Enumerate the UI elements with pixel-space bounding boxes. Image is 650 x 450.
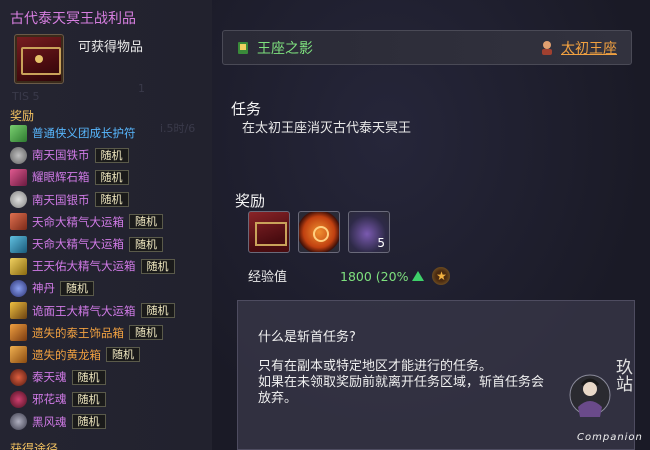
info-line: 只有在副本或特定地区才能进行的任务。 <box>258 359 493 374</box>
item-label: 诡面王大精气大运箱 <box>32 303 136 318</box>
location-label: 太初王座 <box>561 41 617 57</box>
random-tag: 随机 <box>94 147 129 163</box>
list-item[interactable]: 遗失的黄龙箱 随机 <box>10 344 210 366</box>
orange-box-icon <box>10 324 27 342</box>
faded-text: 1 <box>138 82 145 95</box>
list-item[interactable]: 南天国银币 随机 <box>10 189 210 211</box>
mask-box-icon <box>10 302 27 320</box>
item-label: 遗失的黄龙箱 <box>32 347 101 362</box>
quest-name[interactable]: 王座之影 <box>235 38 313 58</box>
wind-soul-icon <box>10 413 27 431</box>
list-item[interactable]: 诡面王大精气大运箱 随机 <box>10 300 210 322</box>
treasure-chest-icon[interactable] <box>248 211 290 253</box>
list-item[interactable]: 王天佑大精气大运箱 随机 <box>10 255 210 277</box>
dragon-box-icon <box>10 346 27 364</box>
arrow-up-icon <box>412 271 425 281</box>
item-label: 天命大精气大运箱 <box>32 237 124 252</box>
soul-icon <box>10 368 27 386</box>
obtain-label: 可获得物品 <box>78 40 144 55</box>
random-tag: 随机 <box>94 192 129 208</box>
list-item[interactable]: 天命大精气大运箱 随机 <box>10 233 210 255</box>
item-label: 南天国铁币 <box>32 148 90 163</box>
info-line: 如果在未领取奖励前就离开任务区域，斩首任务会 <box>258 375 545 390</box>
quest-name-label: 王座之影 <box>257 41 313 57</box>
star-icon: ★ <box>432 267 451 285</box>
location-link[interactable]: 太初王座 <box>539 38 617 58</box>
random-tag: 随机 <box>140 258 175 274</box>
task-description: 在太初王座消灭古代泰天冥王 <box>242 121 412 136</box>
gold-box-icon <box>10 257 27 275</box>
flower-soul-icon <box>10 390 27 408</box>
item-label: 邪花魂 <box>32 392 67 407</box>
random-tag: 随机 <box>94 169 129 185</box>
random-tag: 随机 <box>106 347 140 363</box>
pill-icon <box>10 279 27 297</box>
random-tag: 随机 <box>71 369 106 385</box>
random-tag: 随机 <box>129 214 163 230</box>
random-tag: 随机 <box>71 414 106 430</box>
item-label: 王天佑大精气大运箱 <box>32 259 136 274</box>
red-box-icon <box>10 213 27 231</box>
item-label: 遗失的泰王饰品箱 <box>32 325 124 340</box>
list-item[interactable]: 邪花魂 随机 <box>10 388 210 410</box>
orange-coin-icon[interactable] <box>298 211 340 253</box>
list-item[interactable]: 天命大精气大运箱 随机 <box>10 211 210 233</box>
reward-list: 普通侠义团成长护符 南天国铁币 随机 耀眼辉石箱 随机 南天国银币 随机 天命大… <box>10 122 210 433</box>
item-count: 5 <box>377 236 385 250</box>
loot-title: 古代泰天冥王战利品 <box>10 11 136 27</box>
list-item[interactable]: 耀眼辉石箱 随机 <box>10 166 210 188</box>
list-item[interactable]: 遗失的泰王饰品箱 随机 <box>10 322 210 344</box>
item-label: 普通侠义团成长护符 <box>32 126 136 141</box>
random-tag: 随机 <box>129 236 163 252</box>
blue-box-icon <box>10 235 27 253</box>
throne-icon <box>235 40 251 56</box>
gem-box-icon <box>10 168 27 186</box>
info-question: 什么是斩首任务? <box>258 330 356 345</box>
reward-heading: 奖励 <box>235 192 266 210</box>
task-heading: 任务 <box>231 100 262 118</box>
iron-coin-icon <box>10 146 27 164</box>
list-item[interactable]: 泰天魂 随机 <box>10 366 210 388</box>
item-label: 黑风魂 <box>32 414 67 429</box>
loot-panel: 古代泰天冥王战利品 可获得物品 1 TIS 5 i.5时/6 奖励 普通侠义团成… <box>0 0 212 450</box>
npc-icon <box>539 40 555 56</box>
item-label: 神丹 <box>32 281 55 296</box>
exp-amount: 1800 (20% <box>340 268 409 284</box>
item-label: 南天国银币 <box>32 192 90 207</box>
item-label: 耀眼辉石箱 <box>32 170 90 185</box>
quest-header: 王座之影 太初王座 <box>222 30 632 65</box>
loot-chest-icon[interactable] <box>14 34 64 84</box>
watermark-text: Companion <box>577 432 643 443</box>
list-item[interactable]: 普通侠义团成长护符 <box>10 122 210 144</box>
item-label: 泰天魂 <box>32 370 67 385</box>
info-line: 放弃。 <box>258 391 298 406</box>
silver-coin-icon <box>10 191 27 209</box>
random-tag: 随机 <box>60 280 94 296</box>
random-tag: 随机 <box>129 325 163 341</box>
green-charm-icon <box>10 124 27 142</box>
list-item[interactable]: 神丹 随机 <box>10 277 210 299</box>
soul-orb-icon[interactable]: 5 <box>348 211 390 253</box>
list-item[interactable]: 黑风魂 随机 <box>10 410 210 432</box>
list-item[interactable]: 南天国铁币 随机 <box>10 144 210 166</box>
acquire-header: 获得途径 <box>10 442 59 450</box>
item-label: 天命大精气大运箱 <box>32 214 124 229</box>
random-tag: 随机 <box>71 391 106 407</box>
faded-text: TIS 5 <box>12 90 40 103</box>
watermark-cn: 玖站 <box>612 358 632 392</box>
exp-label: 经验值 <box>248 270 288 285</box>
exp-value: 1800 (20% ★ <box>340 267 451 285</box>
random-tag: 随机 <box>140 303 175 319</box>
